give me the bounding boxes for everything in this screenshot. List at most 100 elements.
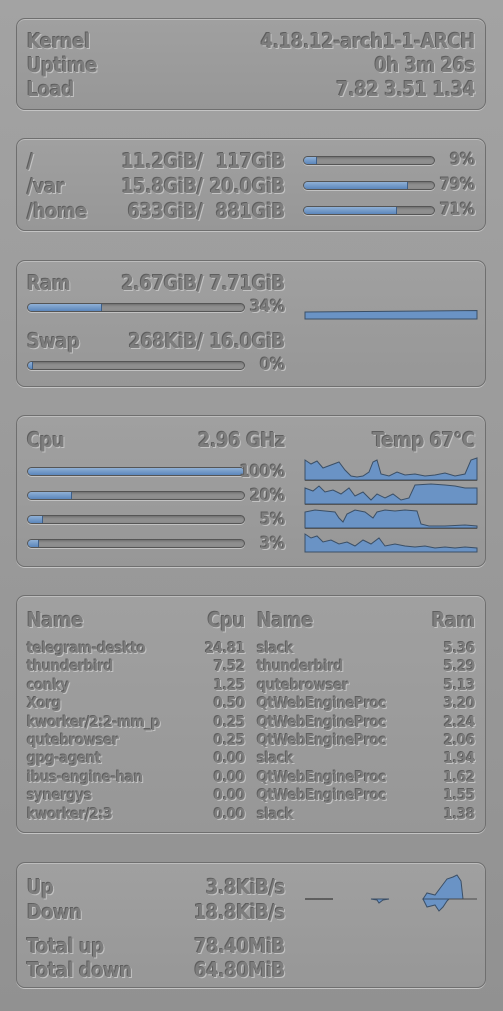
- process-panel: Name Cpu Name Ram telegram-deskto 24.81 sl…: [16, 595, 486, 833]
- disk-usage-bar: [303, 156, 435, 165]
- cpu-process-name: thunderbird: [27, 657, 113, 676]
- cpu-core-history-graph: [304, 483, 478, 505]
- cpu-process-name-header: Name: [27, 608, 84, 632]
- disk-usage-bar: [303, 181, 435, 190]
- disk-percent: 9%: [450, 150, 475, 170]
- cpu-graph-baseline: [305, 504, 477, 505]
- ram-process-name: thunderbird: [257, 657, 343, 676]
- load-value: 7.82 3.51 1.34: [336, 77, 475, 101]
- cpu-process-name: Xorg: [27, 694, 62, 713]
- disk-used: 11.2GiB/: [121, 149, 203, 173]
- disk-total: 881GiB: [215, 199, 286, 223]
- cpu-core-percent: 20%: [249, 486, 286, 506]
- download-speed: 18.8KiB/s: [194, 900, 286, 924]
- cpu-process-value: 0.00: [213, 786, 246, 805]
- ram-process-value: 1.62: [443, 767, 476, 786]
- swap-total: 16.0GiB: [209, 329, 285, 353]
- progress-fill: [28, 362, 33, 369]
- swap-percent: 0%: [260, 355, 285, 375]
- disk-mount: /var: [27, 174, 65, 198]
- kernel-label: Kernel: [27, 29, 90, 53]
- disk-percent: 79%: [439, 175, 476, 195]
- ram-process-value: 1.55: [443, 786, 476, 805]
- cpu-process-name: qutebrowser: [27, 731, 119, 749]
- cpu-process-name: kworker/2:2-mm_p: [27, 712, 161, 731]
- swap-label: Swap: [27, 329, 80, 353]
- ram-process-value: 1.38: [443, 804, 476, 823]
- disk-mount: /home: [27, 199, 88, 223]
- ram-history-graph: [304, 309, 478, 320]
- cpu-core-bar: [27, 539, 245, 548]
- cpu-graph-baseline: [305, 528, 477, 529]
- cpu-process-value: 0.50: [213, 694, 246, 713]
- cpu-process-value-header: Cpu: [207, 608, 246, 632]
- ram-process-name: slack: [257, 639, 294, 657]
- ram-process-value-header: Ram: [431, 608, 476, 632]
- progress-fill: [28, 516, 43, 523]
- cpu-process-value: 24.81: [204, 639, 246, 657]
- ram-process-name: slack: [257, 804, 294, 823]
- upload-speed: 3.8KiB/s: [206, 875, 285, 899]
- cpu-process-name: synergys: [27, 786, 92, 805]
- cpu-core-bar: [27, 491, 245, 500]
- ram-process-value: 2.06: [443, 731, 476, 749]
- disk-percent: 71%: [439, 200, 476, 220]
- upload-label: Up: [27, 875, 54, 899]
- network-panel: Up 3.8KiB/s Down 18.8KiB/s Total up 78.4…: [16, 862, 486, 988]
- disk-usage-bar: [303, 206, 435, 215]
- ram-process-name: QtWebEngineProc: [257, 731, 387, 749]
- ram-process-name: QtWebEngineProc: [257, 694, 387, 713]
- cpu-core-percent: 5%: [260, 510, 285, 530]
- disk-total: 20.0GiB: [209, 174, 285, 198]
- progress-fill: [304, 157, 317, 164]
- ram-process-value: 5.13: [443, 675, 476, 694]
- cpu-frequency: 2.96 GHz: [198, 428, 285, 452]
- cpu-core-percent: 100%: [239, 462, 286, 482]
- disk-used: 15.8GiB/: [121, 174, 203, 198]
- total-download-value: 64.80MiB: [194, 958, 285, 982]
- disk-panel: / 11.2GiB/ 117GiB 9% /var 15.8GiB/ 20.0G…: [16, 138, 486, 231]
- cpu-core-percent: 3%: [260, 534, 285, 554]
- ram-process-name: qutebrowser: [257, 675, 349, 694]
- cpu-core-history-graph: [304, 509, 478, 529]
- progress-fill: [304, 182, 408, 189]
- cpu-process-value: 0.25: [213, 731, 246, 749]
- disk-mount: /: [27, 149, 34, 173]
- ram-process-value: 5.36: [443, 639, 476, 657]
- disk-total: 117GiB: [215, 149, 286, 173]
- total-upload-value: 78.40MiB: [194, 934, 285, 958]
- progress-fill: [28, 304, 103, 311]
- cpu-core-bar: [27, 515, 245, 524]
- cpu-core-history-graph: [304, 533, 478, 553]
- progress-fill: [28, 468, 244, 475]
- ram-total: 7.71GiB: [209, 271, 285, 295]
- cpu-process-name: ibus-engine-han: [27, 767, 143, 786]
- ram-process-value: 2.24: [443, 712, 476, 731]
- memory-panel: Ram 2.67GiB/ 7.71GiB 34% Swap 268KiB/ 16…: [16, 260, 486, 387]
- progress-fill: [304, 207, 398, 214]
- total-upload-label: Total up: [27, 934, 104, 958]
- cpu-process-value: 1.25: [213, 675, 246, 694]
- cpu-process-name: kworker/2:3: [27, 804, 113, 823]
- kernel-value: 4.18.12-arch1-1-ARCH: [260, 29, 476, 53]
- ram-used: 2.67GiB/: [121, 271, 203, 295]
- cpu-process-name: telegram-deskto: [27, 639, 146, 657]
- cpu-panel: Cpu 2.96 GHz Temp 67°C 100% 20% 5% 3%: [16, 415, 486, 567]
- cpu-core-bar: [27, 467, 245, 476]
- load-label: Load: [27, 77, 74, 101]
- ram-process-value: 5.29: [443, 657, 476, 676]
- ram-process-name-header: Name: [257, 608, 314, 632]
- ram-process-name: QtWebEngineProc: [257, 767, 387, 786]
- cpu-process-name: gpg-agent: [27, 749, 102, 768]
- ram-usage-bar: [27, 303, 245, 312]
- cpu-process-value: 0.00: [213, 804, 246, 823]
- disk-used: 633GiB/: [127, 199, 204, 223]
- cpu-temperature: Temp 67°C: [372, 428, 476, 452]
- progress-fill: [28, 492, 73, 499]
- total-download-label: Total down: [27, 958, 132, 982]
- ram-process-name: slack: [257, 749, 294, 768]
- ram-label: Ram: [27, 271, 71, 295]
- cpu-process-value: 0.00: [213, 767, 246, 786]
- swap-used: 268KiB/: [128, 329, 204, 353]
- cpu-process-name: conky: [27, 675, 70, 694]
